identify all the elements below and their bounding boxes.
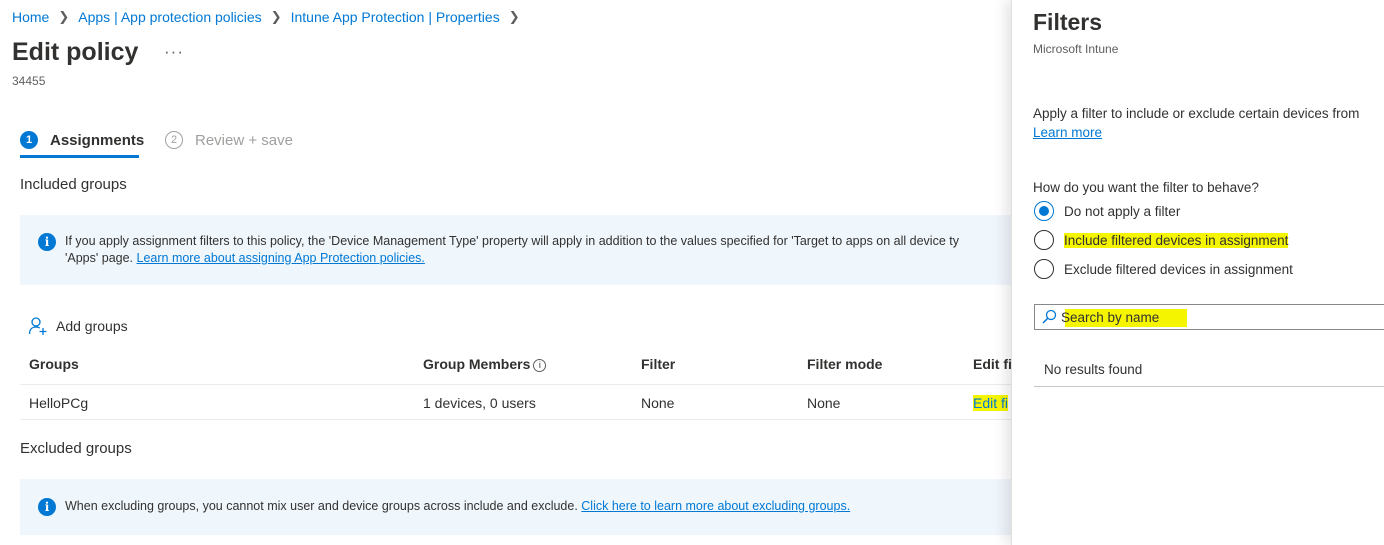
step-number-1: 1 — [20, 131, 38, 149]
step-label-assignments: Assignments — [50, 131, 145, 149]
excluded-info-banner: i When excluding groups, you cannot mix … — [20, 479, 1020, 535]
radio-label: Include filtered devices in assignment — [1064, 232, 1289, 248]
learn-more-assigning-link[interactable]: Learn more about assigning App Protectio… — [137, 251, 425, 265]
radio-include-filtered-devices[interactable]: Include filtered devices in assignment — [1034, 230, 1289, 250]
active-tab-indicator — [20, 155, 139, 158]
radio-label: Do not apply a filter — [1064, 203, 1181, 219]
search-input[interactable] — [1061, 309, 1361, 325]
table-divider — [20, 384, 1020, 385]
breadcrumb-intune-properties[interactable]: Intune App Protection | Properties — [291, 9, 500, 25]
add-groups-button[interactable]: Add groups — [28, 316, 128, 336]
breadcrumb-app-protection-policies[interactable]: Apps | App protection policies — [78, 9, 261, 25]
filter-behavior-question: How do you want the filter to behave? — [1033, 180, 1259, 195]
search-box[interactable] — [1034, 304, 1384, 330]
chevron-right-icon: ❯ — [270, 9, 282, 24]
info-icon: i — [38, 498, 56, 516]
tab-review-save[interactable]: 2 Review + save — [165, 131, 293, 149]
cell-members: 1 devices, 0 users — [423, 395, 536, 411]
column-header-filter-mode: Filter mode — [807, 356, 883, 372]
column-header-edit-filter: Edit fi — [973, 356, 1012, 372]
included-info-banner: i If you apply assignment filters to thi… — [20, 215, 1020, 285]
column-header-group-members: Group Members i — [423, 356, 547, 372]
breadcrumb: Home ❯ Apps | App protection policies ❯ … — [12, 9, 529, 25]
table-divider — [20, 419, 1020, 420]
cell-filter-mode: None — [807, 395, 841, 411]
chevron-right-icon: ❯ — [58, 9, 70, 24]
page-title: Edit policy — [12, 38, 139, 66]
included-info-text: If you apply assignment filters to this … — [65, 233, 959, 267]
column-header-group-members-label: Group Members — [423, 356, 531, 372]
radio-button[interactable] — [1034, 230, 1054, 250]
learn-more-excluding-link[interactable]: Click here to learn more about excluding… — [581, 499, 850, 513]
included-groups-title: Included groups — [20, 176, 127, 193]
cell-group: HelloPCg — [29, 395, 89, 411]
excluded-groups-title: Excluded groups — [20, 440, 132, 457]
column-header-groups: Groups — [29, 356, 79, 372]
search-icon — [1042, 309, 1057, 324]
radio-do-not-apply-filter[interactable]: Do not apply a filter — [1034, 201, 1180, 221]
filters-panel: Filters Microsoft Intune Apply a filter … — [1011, 0, 1384, 545]
included-info-line-2: 'Apps' page. — [65, 251, 137, 265]
info-icon: i — [38, 233, 56, 251]
panel-title: Filters — [1033, 9, 1103, 35]
included-info-line-1: If you apply assignment filters to this … — [65, 234, 959, 248]
no-results-text: No results found — [1044, 362, 1143, 377]
learn-more-link[interactable]: Learn more — [1033, 125, 1102, 140]
radio-exclude-filtered-devices[interactable]: Exclude filtered devices in assignment — [1034, 259, 1293, 279]
panel-description: Apply a filter to include or exclude cer… — [1033, 106, 1360, 121]
step-number-2: 2 — [165, 131, 183, 149]
edit-filter-link[interactable]: Edit fi — [973, 395, 1009, 411]
panel-subtitle: Microsoft Intune — [1033, 42, 1119, 56]
info-circle-icon[interactable]: i — [533, 358, 547, 372]
page-subtitle: 34455 — [12, 74, 46, 88]
breadcrumb-home[interactable]: Home — [12, 9, 49, 25]
column-header-filter: Filter — [641, 356, 676, 372]
excluded-info-line: When excluding groups, you cannot mix us… — [65, 499, 582, 513]
radio-label: Exclude filtered devices in assignment — [1064, 261, 1293, 277]
add-groups-label: Add groups — [56, 318, 128, 334]
chevron-right-icon: ❯ — [508, 9, 520, 24]
excluded-info-text: When excluding groups, you cannot mix us… — [65, 498, 850, 515]
radio-button[interactable] — [1034, 259, 1054, 279]
results-divider — [1034, 386, 1384, 387]
add-user-icon — [28, 317, 47, 335]
more-options-button[interactable]: ··· — [164, 42, 184, 62]
tab-assignments[interactable]: 1 Assignments — [20, 131, 144, 149]
cell-filter: None — [641, 395, 675, 411]
radio-button-checked[interactable] — [1034, 201, 1054, 221]
step-label-review-save: Review + save — [195, 131, 293, 149]
